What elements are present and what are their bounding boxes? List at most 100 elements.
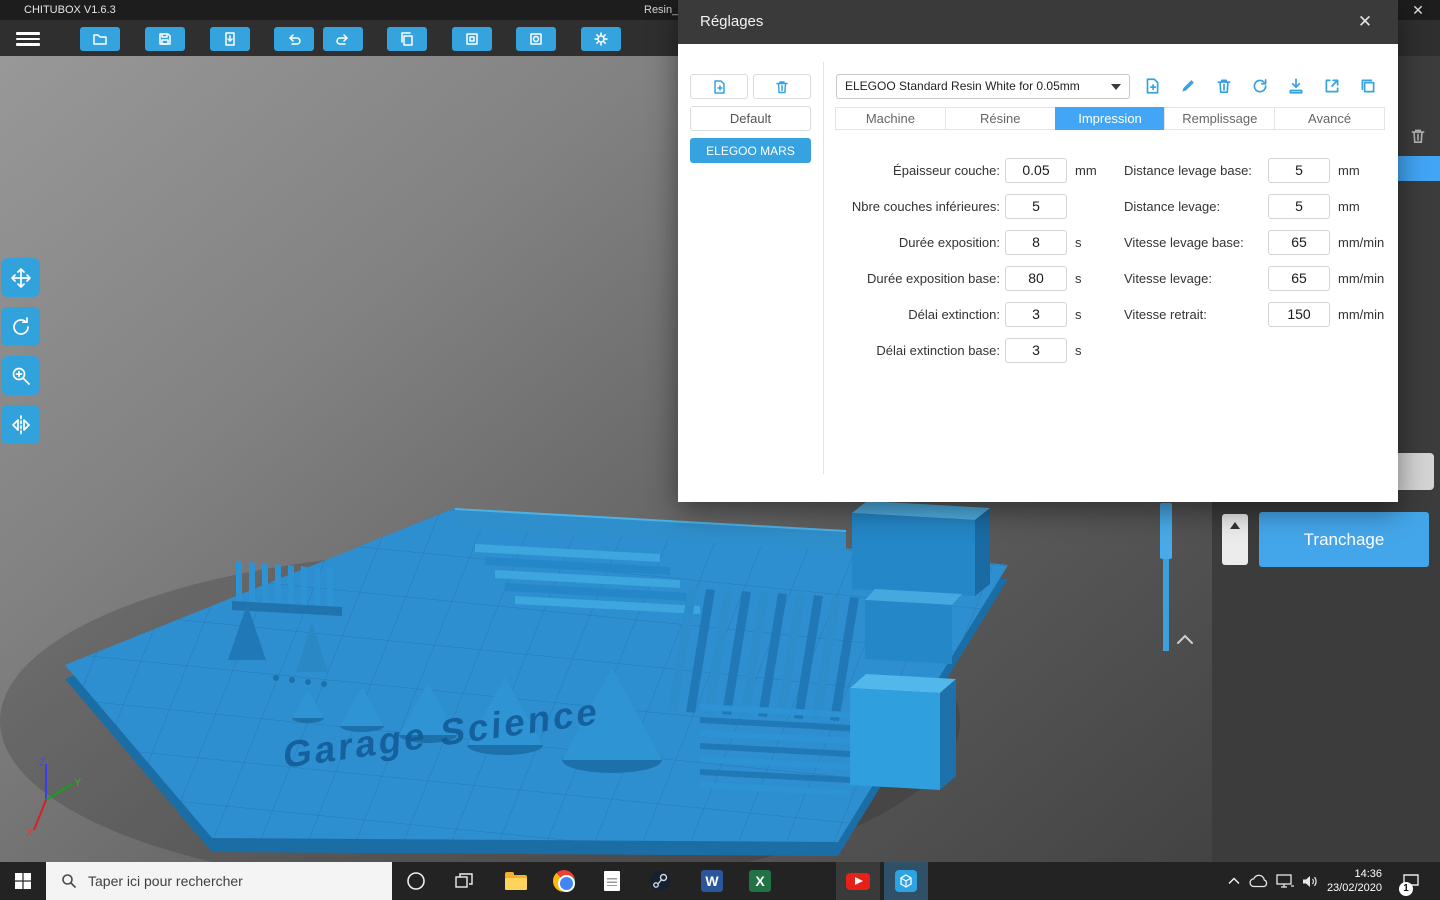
slice-spinner-control[interactable]	[1222, 514, 1248, 565]
add-machine-button[interactable]	[690, 74, 748, 99]
menu-button[interactable]	[16, 29, 40, 47]
save-icon	[159, 33, 171, 45]
bottom-lift-speed-input[interactable]: 65	[1268, 230, 1330, 255]
window-close-button[interactable]: ✕	[1406, 1, 1430, 19]
rename-profile-button[interactable]	[1174, 72, 1202, 100]
tab-impression[interactable]: Impression	[1054, 107, 1166, 130]
delete-model-button[interactable]	[1406, 124, 1430, 148]
layer-slider-handle[interactable]	[1160, 503, 1172, 559]
tray-clock[interactable]: 14:36 23/02/2020	[1316, 867, 1382, 895]
delete-profile-button[interactable]	[1210, 72, 1238, 100]
resin-profile-dropdown[interactable]: ELEGOO Standard Resin White for 0.05mm	[836, 74, 1130, 99]
import-icon	[1289, 78, 1303, 94]
copy-button[interactable]	[387, 27, 427, 51]
undo-icon	[289, 34, 301, 45]
dialog-close-button[interactable]: ✕	[1346, 0, 1384, 44]
field-unit: s	[1075, 343, 1082, 358]
taskbar-app-youtube[interactable]	[836, 862, 880, 900]
tab-remplissage[interactable]: Remplissage	[1164, 107, 1276, 130]
slice-button[interactable]: Tranchage	[1259, 512, 1429, 567]
bottom-light-off-delay-input[interactable]: 3	[1005, 338, 1067, 363]
tray-chevron-up-button[interactable]	[1222, 862, 1246, 900]
start-button[interactable]	[0, 862, 46, 900]
tab-avance[interactable]: Avancé	[1274, 107, 1385, 130]
field-row: Délai extinction base: 3 s	[678, 338, 1398, 363]
taskbar-app-chitubox[interactable]	[884, 862, 928, 900]
youtube-icon	[846, 872, 870, 890]
import-profile-button[interactable]	[1282, 72, 1310, 100]
delete-machine-button[interactable]	[753, 74, 811, 99]
rotate-tool-button[interactable]	[1, 307, 40, 346]
field-unit: mm/min	[1338, 271, 1385, 286]
taskbar-app-excel[interactable]: X	[738, 862, 782, 900]
hollow-button[interactable]	[452, 27, 492, 51]
field-unit: mm	[1338, 199, 1360, 214]
trash-icon	[1217, 79, 1231, 94]
field-label: Distance levage:	[1124, 199, 1221, 214]
bottom-lift-distance-input[interactable]: 5	[1268, 158, 1330, 183]
lift-distance-input[interactable]: 5	[1268, 194, 1330, 219]
search-placeholder: Taper ici pour rechercher	[88, 873, 243, 889]
move-icon	[10, 267, 31, 288]
undo-button[interactable]	[274, 27, 314, 51]
field-unit: mm/min	[1338, 307, 1385, 322]
tray-network-button[interactable]	[1272, 862, 1298, 900]
settings-button[interactable]	[581, 27, 621, 51]
import-icon	[225, 32, 235, 46]
move-tool-button[interactable]	[1, 258, 40, 297]
application-window: CHITUBOX V1.6.3 Resin_ ✕ Garage Science …	[0, 0, 1440, 900]
open-file-button[interactable]	[80, 27, 120, 51]
import-model-button[interactable]	[210, 27, 250, 51]
reset-profile-button[interactable]	[1246, 72, 1274, 100]
tab-resine[interactable]: Résine	[944, 107, 1056, 130]
field-row: Distance levage: 5 mm	[678, 194, 1398, 219]
dig-hole-icon	[530, 33, 542, 45]
field-row: Distance levage base: 5 mm	[678, 158, 1398, 183]
notification-badge: 1	[1399, 882, 1413, 896]
pen-icon	[1182, 80, 1194, 92]
retract-speed-input[interactable]: 150	[1268, 302, 1330, 327]
open-folder-icon	[93, 34, 107, 45]
duplicate-profile-button[interactable]	[1354, 72, 1382, 100]
cloud-icon	[1249, 874, 1268, 888]
taskbar-app-notepad[interactable]	[590, 862, 634, 900]
axis-x-label: X	[26, 827, 34, 838]
tab-machine[interactable]: Machine	[835, 107, 946, 130]
field-unit: mm	[1338, 163, 1360, 178]
action-center-button[interactable]	[1394, 862, 1428, 900]
tray-onedrive-button[interactable]	[1246, 862, 1272, 900]
dig-hole-button[interactable]	[516, 27, 556, 51]
cortana-button[interactable]	[398, 862, 434, 900]
axis-y-label: Y	[74, 777, 82, 789]
export-profile-button[interactable]	[1318, 72, 1346, 100]
add-profile-button[interactable]	[1138, 72, 1166, 100]
mirror-tool-button[interactable]	[1, 405, 40, 444]
taskbar-app-word[interactable]: W	[690, 862, 734, 900]
taskbar-search-input[interactable]: Taper ici pour rechercher	[46, 862, 392, 900]
taskbar-app-steam[interactable]	[638, 862, 682, 900]
app-title: CHITUBOX V1.6.3	[24, 4, 116, 16]
add-file-icon	[714, 79, 725, 94]
machine-item-default[interactable]: Default	[690, 106, 811, 131]
gear-icon	[594, 32, 608, 46]
clock-date: 23/02/2020	[1326, 882, 1382, 894]
trash-icon	[1411, 129, 1425, 143]
redo-button[interactable]	[323, 27, 363, 51]
scale-tool-button[interactable]	[1, 356, 40, 395]
chevron-up-icon[interactable]	[1176, 634, 1194, 645]
save-button[interactable]	[145, 27, 185, 51]
network-icon	[1276, 873, 1294, 888]
document-icon	[604, 871, 620, 891]
settings-dialog: Réglages ✕ Default ELEGOO MARS ELEGOO St…	[678, 0, 1398, 502]
trash-icon	[776, 80, 788, 93]
taskbar-app-explorer[interactable]	[494, 862, 538, 900]
lift-speed-input[interactable]: 65	[1268, 266, 1330, 291]
field-label: Distance levage base:	[1124, 163, 1252, 178]
chrome-icon	[553, 870, 575, 892]
taskbar-app-chrome[interactable]	[542, 862, 586, 900]
redo-icon	[336, 34, 348, 45]
word-icon: W	[701, 870, 723, 892]
refresh-icon	[1253, 78, 1267, 93]
task-view-button[interactable]	[444, 862, 484, 900]
speaker-icon	[1302, 875, 1317, 887]
